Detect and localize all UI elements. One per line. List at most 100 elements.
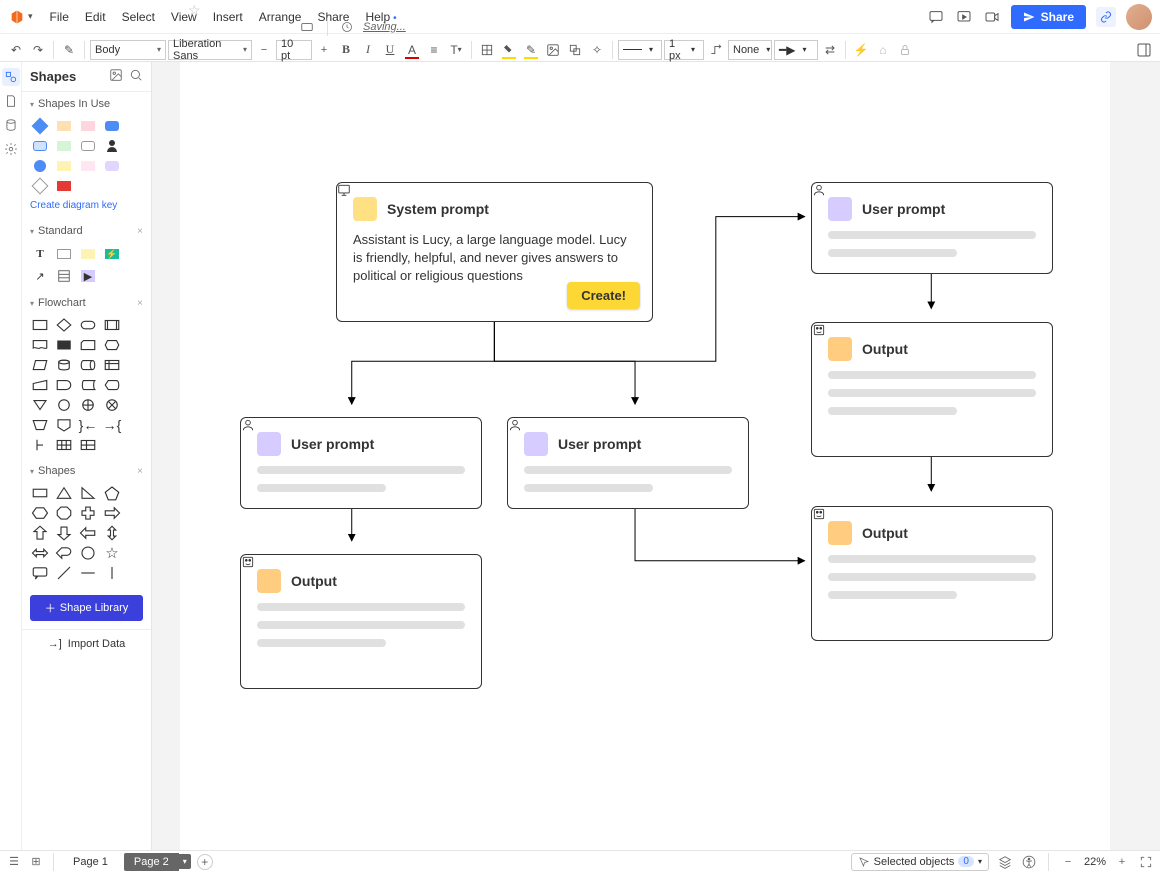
fc-table2[interactable] <box>78 437 98 453</box>
sm-cross[interactable] <box>78 505 98 521</box>
shape-rect-lpink[interactable] <box>78 158 98 174</box>
fc-display[interactable] <box>102 377 122 393</box>
star-icon[interactable]: ☆ <box>188 2 201 19</box>
saving-status[interactable]: Saving... <box>363 21 406 33</box>
std-arrow[interactable]: ↗ <box>30 267 50 285</box>
section-flowchart[interactable]: Flowchart× <box>22 291 151 315</box>
section-shapes-more[interactable]: Shapes× <box>22 459 151 483</box>
undo-button[interactable]: ↶ <box>6 40 26 60</box>
card-user-prompt-left[interactable]: User prompt <box>240 417 482 509</box>
page-tab-2[interactable]: Page 2 <box>124 853 179 871</box>
shape-rr-lpurple[interactable] <box>102 158 122 174</box>
sm-arrow-back[interactable] <box>54 545 74 561</box>
std-text[interactable]: T <box>30 245 50 263</box>
card-user-prompt-right[interactable]: User prompt <box>811 182 1053 274</box>
format-painter-button[interactable]: ✎ <box>59 40 79 60</box>
fill-button[interactable] <box>477 40 497 60</box>
sm-arrow-lr[interactable] <box>30 545 50 561</box>
sm-arrow-ud[interactable] <box>102 525 122 541</box>
font-size-increase[interactable]: + <box>314 40 334 60</box>
rail-settings[interactable] <box>2 140 20 158</box>
shape-rect-pink[interactable] <box>78 118 98 134</box>
fc-manual-op[interactable] <box>30 417 50 433</box>
fc-predefined[interactable] <box>102 317 122 333</box>
fc-or[interactable] <box>78 397 98 413</box>
sm-arrow-u[interactable] <box>30 525 50 541</box>
std-play[interactable]: ▶ <box>78 267 98 285</box>
card-output-right-1[interactable]: Output <box>811 322 1053 457</box>
lock-button[interactable] <box>895 40 915 60</box>
sm-arrow-r[interactable] <box>102 505 122 521</box>
shape-rect-green[interactable] <box>54 138 74 154</box>
menu-file[interactable]: File <box>43 6 76 28</box>
line-style-select[interactable]: ▾ <box>618 40 662 60</box>
flash-button[interactable]: ⚡ <box>851 40 871 60</box>
align-button[interactable]: ≡ <box>424 40 444 60</box>
rail-shapes[interactable] <box>2 68 20 86</box>
create-button[interactable]: Create! <box>567 282 640 309</box>
fc-card[interactable] <box>78 337 98 353</box>
import-data-button[interactable]: →]Import Data <box>22 629 151 658</box>
shape-diamond-blue[interactable] <box>30 118 50 134</box>
underline-button[interactable]: U <box>380 40 400 60</box>
accessibility-icon[interactable] <box>1021 854 1037 870</box>
fc-brace-l[interactable]: →{ <box>102 417 122 433</box>
fc-stored[interactable] <box>78 377 98 393</box>
cloud-button[interactable]: ⌂ <box>873 40 893 60</box>
font-size-input[interactable]: 10 pt <box>276 40 312 60</box>
fc-sum[interactable] <box>102 397 122 413</box>
app-menu-chevron-icon[interactable]: ▾ <box>28 11 33 22</box>
fc-process-b[interactable] <box>54 337 74 353</box>
create-diagram-key-link[interactable]: Create diagram key <box>22 200 151 219</box>
sm-star[interactable]: ☆ <box>102 545 122 561</box>
rail-page[interactable] <box>2 92 20 110</box>
fill-color-button[interactable] <box>499 40 519 60</box>
shape-rect-red[interactable] <box>54 178 74 194</box>
fc-decision[interactable] <box>54 317 74 333</box>
font-select[interactable]: Liberation Sans <box>168 40 252 60</box>
arrow-end-select[interactable]: ━▶▾ <box>774 40 818 60</box>
section-standard[interactable]: Standard× <box>22 219 151 243</box>
text-options-button[interactable]: T▾ <box>446 40 466 60</box>
layers-icon[interactable] <box>997 854 1013 870</box>
fc-manual-input[interactable] <box>30 377 50 393</box>
std-rect[interactable] <box>54 245 74 263</box>
line-width-select[interactable]: 1 px▾ <box>664 40 704 60</box>
menu-edit[interactable]: Edit <box>78 6 113 28</box>
sm-arrow-d[interactable] <box>54 525 74 541</box>
border-color-button[interactable]: ✎ <box>521 40 541 60</box>
fc-note[interactable] <box>30 437 50 453</box>
swap-arrows-button[interactable]: ⇄ <box>820 40 840 60</box>
sm-triangle[interactable] <box>54 485 74 501</box>
arrow-start-select[interactable]: None▾ <box>728 40 772 60</box>
shape-rect-orange[interactable] <box>54 118 74 134</box>
zoom-in-button[interactable]: + <box>1114 854 1130 870</box>
shape-rr-gray[interactable] <box>78 138 98 154</box>
card-user-prompt-mid[interactable]: User prompt <box>507 417 749 509</box>
fc-table[interactable] <box>54 437 74 453</box>
sm-vline[interactable] <box>102 565 122 581</box>
shape-rr-blue[interactable] <box>102 118 122 134</box>
comment-icon[interactable] <box>927 8 945 26</box>
sm-octagon[interactable] <box>54 505 74 521</box>
fc-internal[interactable] <box>102 357 122 373</box>
video-icon[interactable] <box>983 8 1001 26</box>
sm-slash[interactable] <box>54 565 74 581</box>
share-button[interactable]: Share <box>1011 5 1086 29</box>
redo-button[interactable]: ↷ <box>28 40 48 60</box>
card-output-right-2[interactable]: Output <box>811 506 1053 641</box>
image-button[interactable] <box>543 40 563 60</box>
rail-data[interactable] <box>2 116 20 134</box>
shape-person[interactable] <box>102 138 122 154</box>
text-color-button[interactable]: A <box>402 40 422 60</box>
sm-callout[interactable] <box>30 565 50 581</box>
fc-database[interactable] <box>54 357 74 373</box>
line-type-button[interactable] <box>706 40 726 60</box>
sm-hexagon[interactable] <box>30 505 50 521</box>
sm-hline[interactable] <box>78 565 98 581</box>
bold-button[interactable]: B <box>336 40 356 60</box>
fc-offpage[interactable] <box>54 417 74 433</box>
card-output-left[interactable]: Output <box>240 554 482 689</box>
italic-button[interactable]: I <box>358 40 378 60</box>
fc-hex[interactable] <box>102 337 122 353</box>
